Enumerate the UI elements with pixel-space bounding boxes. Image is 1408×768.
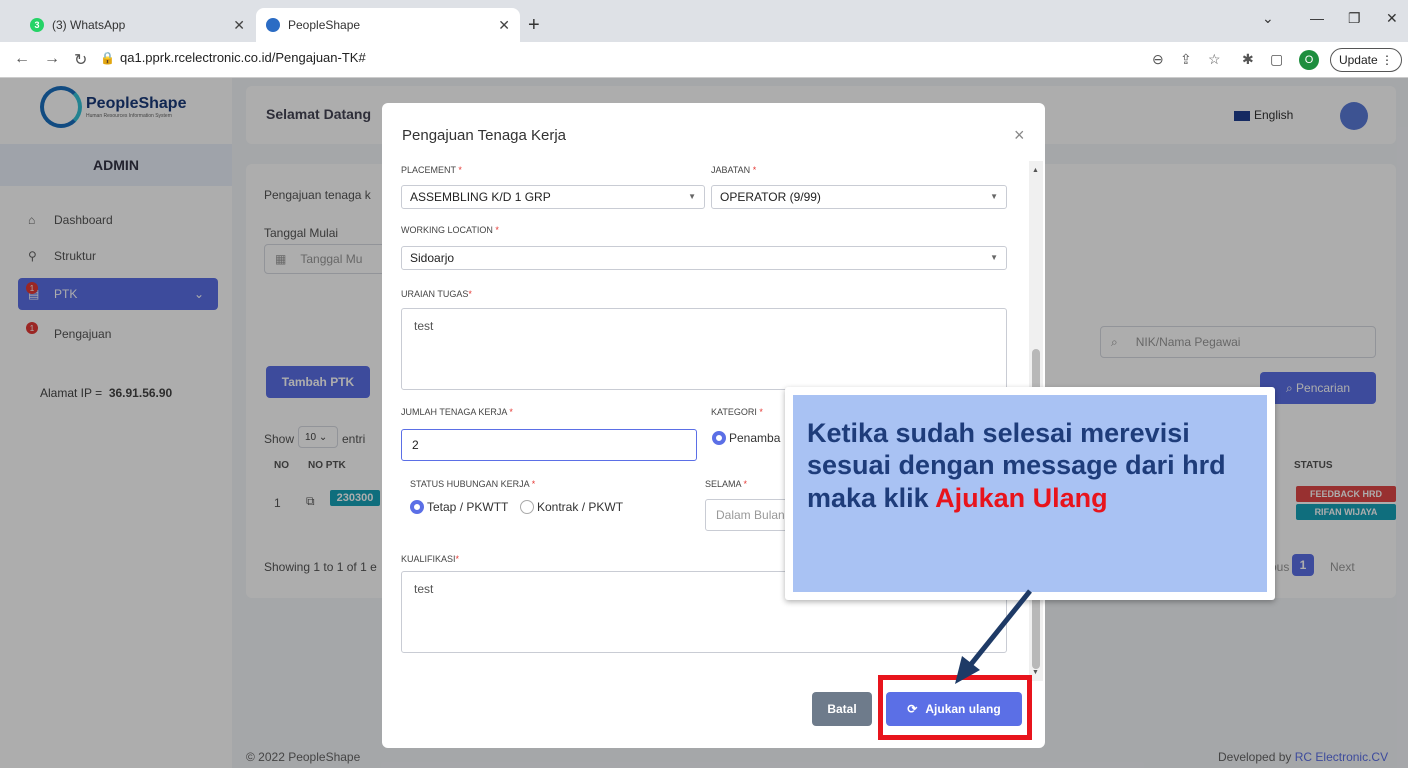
required-mark: * (752, 165, 757, 175)
tab-title: (3) WhatsApp (52, 18, 126, 32)
jabatan-value: OPERATOR (9/99) (720, 190, 821, 204)
new-tab-icon[interactable]: + (528, 14, 540, 37)
status-option-label: Kontrak / PKWT (537, 500, 624, 514)
status-option-label: Tetap / PKWTT (427, 500, 509, 514)
close-icon[interactable]: × (1014, 125, 1025, 146)
kategori-label: KATEGORI * (711, 407, 763, 417)
selama-label: SELAMA * (705, 479, 747, 489)
tab-title: PeopleShape (288, 18, 361, 32)
reload-icon[interactable]: ↻ (74, 50, 87, 70)
browser-tabbar: 3 (3) WhatsApp ✕ PeopleShape ✕ + ⌄ — ❐ ✕ (0, 0, 1408, 42)
required-mark: * (743, 479, 748, 489)
jumlah-label-text: JUMLAH TENAGA KERJA (401, 407, 507, 417)
kualifikasi-label-text: KUALIFIKASI (401, 554, 456, 564)
instruction-callout: Ketika sudah selesai merevisi sesuai den… (785, 387, 1275, 600)
radio-selected-icon (712, 431, 726, 445)
required-mark: * (495, 225, 499, 235)
jumlah-label: JUMLAH TENAGA KERJA * (401, 407, 513, 417)
address-bar: ← → ↻ 🔒 qa1.pprk.rcelectronic.co.id/Peng… (0, 42, 1408, 78)
placement-select[interactable]: ASSEMBLING K/D 1 GRP ▼ (401, 185, 705, 209)
bookmark-star-icon[interactable]: ☆ (1208, 51, 1221, 68)
kualifikasi-label: KUALIFIKASI* (401, 554, 459, 564)
zoom-icon[interactable]: ⊖ (1152, 51, 1164, 68)
location-label: WORKING LOCATION * (401, 225, 499, 235)
tab-whatsapp[interactable]: 3 (3) WhatsApp ✕ (20, 8, 255, 42)
uraian-label: URAIAN TUGAS* (401, 289, 472, 299)
scroll-up-icon[interactable]: ▲ (1032, 167, 1039, 174)
jabatan-select[interactable]: OPERATOR (9/99) ▼ (711, 185, 1007, 209)
placement-label: PLACEMENT * (401, 165, 462, 175)
required-mark: * (455, 554, 460, 564)
status-label: STATUS HUBUNGAN KERJA * (410, 479, 535, 489)
extensions-icon[interactable]: ✱ (1242, 51, 1254, 68)
restore-icon[interactable]: ❐ (1348, 10, 1361, 27)
required-mark: * (509, 407, 513, 417)
location-value: Sidoarjo (410, 251, 455, 265)
side-panel-icon[interactable]: ▢ (1270, 51, 1283, 68)
caret-down-icon: ▼ (990, 253, 998, 262)
uraian-label-text: URAIAN TUGAS (401, 289, 469, 299)
callout-highlight: Ajukan Ulang (935, 482, 1108, 513)
modal-title: Pengajuan Tenaga Kerja (402, 127, 567, 144)
cancel-button[interactable]: Batal (812, 692, 872, 726)
callout-text-box: Ketika sudah selesai merevisi sesuai den… (793, 395, 1267, 592)
close-tab-icon[interactable]: ✕ (233, 17, 245, 34)
required-mark: * (759, 407, 763, 417)
close-tab-icon[interactable]: ✕ (498, 17, 510, 34)
placement-label-text: PLACEMENT (401, 165, 456, 175)
close-window-icon[interactable]: ✕ (1386, 10, 1398, 27)
profile-avatar[interactable]: O (1299, 50, 1319, 70)
location-label-text: WORKING LOCATION (401, 225, 493, 235)
kategori-radio[interactable]: Penamba (712, 431, 780, 445)
kategori-label-text: KATEGORI (711, 407, 757, 417)
selama-label-text: SELAMA (705, 479, 742, 489)
kategori-value: Penamba (729, 431, 781, 445)
highlight-box (878, 675, 1032, 740)
radio-unselected-icon (520, 500, 534, 514)
scroll-down-icon[interactable]: ▼ (1032, 669, 1039, 676)
share-icon[interactable]: ⇪ (1180, 51, 1192, 68)
required-mark: * (458, 165, 462, 175)
tab-search-icon[interactable]: ⌄ (1262, 10, 1274, 27)
jumlah-input[interactable]: 2 (401, 429, 697, 461)
required-mark: * (468, 289, 472, 299)
caret-down-icon: ▼ (990, 192, 998, 201)
url-field[interactable]: qa1.pprk.rcelectronic.co.id/Pengajuan-TK… (120, 50, 366, 65)
lock-icon[interactable]: 🔒 (100, 51, 115, 65)
location-select[interactable]: Sidoarjo ▼ (401, 246, 1007, 270)
forward-icon[interactable]: → (44, 50, 60, 68)
update-label: Update (1338, 53, 1378, 67)
radio-selected-icon (410, 500, 424, 514)
caret-down-icon: ▼ (688, 192, 696, 201)
jabatan-label-text: JABATAN (711, 165, 751, 175)
jabatan-label: JABATAN * (711, 165, 756, 175)
tab-peopleshape[interactable]: PeopleShape ✕ (256, 8, 520, 42)
whatsapp-icon: 3 (30, 18, 44, 32)
minimize-icon[interactable]: — (1310, 10, 1324, 26)
status-label-text: STATUS HUBUNGAN KERJA (410, 479, 530, 489)
peopleshape-favicon (266, 18, 280, 32)
back-icon[interactable]: ← (14, 50, 30, 68)
required-mark: * (531, 479, 536, 489)
update-button[interactable]: Update ⋮ (1330, 48, 1402, 72)
status-radio-tetap[interactable]: Tetap / PKWTT (410, 500, 508, 514)
uraian-textarea[interactable]: test (401, 308, 1007, 390)
status-radio-kontrak[interactable]: Kontrak / PKWT (520, 500, 623, 514)
placement-value: ASSEMBLING K/D 1 GRP (410, 190, 551, 204)
